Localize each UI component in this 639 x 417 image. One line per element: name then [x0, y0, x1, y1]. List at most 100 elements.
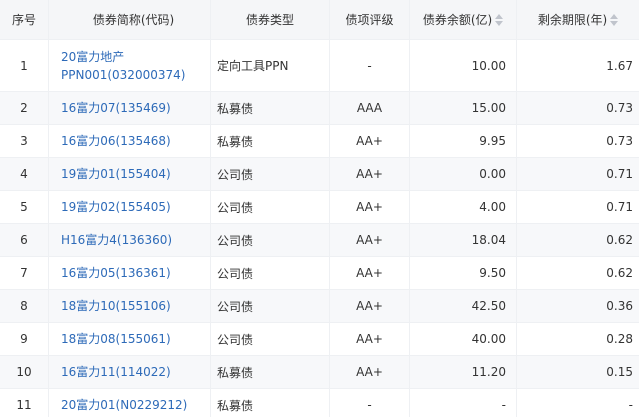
bond-rating: -	[330, 389, 410, 417]
bond-type: 私募债	[211, 389, 330, 417]
row-index: 3	[0, 125, 49, 157]
bond-name-cell: 20富力01(N0229212)	[49, 389, 211, 417]
header-amount[interactable]: 债券余额(亿)	[410, 0, 517, 39]
bond-term: 0.62	[606, 233, 633, 247]
bond-name-cell: 16富力06(135468)	[49, 125, 211, 157]
bond-amount: 40.00	[410, 323, 517, 355]
row-index: 9	[0, 323, 49, 355]
bond-name-link[interactable]: 19富力02(155405)	[61, 198, 171, 216]
bond-name-cell: 18富力10(155106)	[49, 290, 211, 322]
bond-type: 公司债	[211, 290, 330, 322]
bond-term: 0.71	[606, 200, 633, 214]
bond-name-line1: 18富力08(155061)	[61, 332, 171, 346]
bond-rating: AA+	[330, 290, 410, 322]
bond-amount: 11.20	[410, 356, 517, 388]
row-index: 10	[0, 356, 49, 388]
bond-name-link[interactable]: H16富力4(136360)	[61, 231, 172, 249]
bond-term: 0.15	[606, 365, 633, 379]
bond-name-link[interactable]: 19富力01(155404)	[61, 165, 171, 183]
table-row: 5 19富力02(155405) 公司债 AA+ 4.00 0.71	[0, 191, 639, 224]
bond-name-line1: 16富力07(135469)	[61, 101, 171, 115]
bond-amount: -	[410, 389, 517, 417]
bond-table: 序号 债券简称(代码) 债券类型 债项评级 债券余额(亿) 剩余期限(年) 12…	[0, 0, 639, 417]
bond-type: 公司债	[211, 323, 330, 355]
bond-name-line1: 20富力01(N0229212)	[61, 398, 188, 412]
header-term[interactable]: 剩余期限(年)	[517, 0, 639, 39]
bond-name-line1: 19富力01(155404)	[61, 167, 171, 181]
bond-name-line1: 16富力05(136361)	[61, 266, 171, 280]
bond-name-link[interactable]: 16富力05(136361)	[61, 264, 171, 282]
bond-rating: AA+	[330, 191, 410, 223]
table-header: 序号 债券简称(代码) 债券类型 债项评级 债券余额(亿) 剩余期限(年)	[0, 0, 639, 40]
bond-type: 公司债	[211, 191, 330, 223]
bond-name-cell: 16富力11(114022)	[49, 356, 211, 388]
table-row: 8 18富力10(155106) 公司债 AA+ 42.50 0.36	[0, 290, 639, 323]
bond-name-link[interactable]: 18富力08(155061)	[61, 330, 171, 348]
bond-amount: 4.00	[410, 191, 517, 223]
bond-name-cell: H16富力4(136360)	[49, 224, 211, 256]
bond-type: 公司债	[211, 257, 330, 289]
table-row: 4 19富力01(155404) 公司债 AA+ 0.00 0.71	[0, 158, 639, 191]
bond-name-cell: 19富力02(155405)	[49, 191, 211, 223]
header-term-label: 剩余期限(年)	[537, 13, 608, 27]
bond-amount: 9.95	[410, 125, 517, 157]
bond-name-line1: 18富力10(155106)	[61, 299, 171, 313]
bond-name-cell: 16富力07(135469)	[49, 92, 211, 124]
bond-type: 公司债	[211, 224, 330, 256]
row-index: 4	[0, 158, 49, 190]
header-type: 债券类型	[211, 0, 330, 39]
bond-type: 公司债	[211, 158, 330, 190]
bond-name-cell: 20富力地产 PPN001(032000374)	[49, 40, 211, 91]
bond-name-link[interactable]: 16富力11(114022)	[61, 363, 171, 381]
bond-amount: 10.00	[410, 40, 517, 91]
bond-term: 0.71	[606, 167, 633, 181]
table-row: 7 16富力05(136361) 公司债 AA+ 9.50 0.62	[0, 257, 639, 290]
row-index: 5	[0, 191, 49, 223]
row-index: 7	[0, 257, 49, 289]
bond-name-link[interactable]: 20富力01(N0229212)	[61, 396, 187, 414]
bond-name-cell: 19富力01(155404)	[49, 158, 211, 190]
sort-icon[interactable]	[495, 13, 504, 26]
sort-icon[interactable]	[610, 13, 619, 26]
bond-rating: AAA	[330, 92, 410, 124]
header-amount-label: 债券余额(亿)	[422, 13, 493, 27]
bond-term: -	[628, 398, 633, 412]
bond-name-cell: 18富力08(155061)	[49, 323, 211, 355]
bond-name-line1: 16富力06(135468)	[61, 134, 171, 148]
table-row: 1 20富力地产 PPN001(032000374) 定向工具PPN -10.00 1.6…	[0, 40, 639, 92]
bond-rating: AA+	[330, 257, 410, 289]
bond-name-line1: 20富力地产	[61, 49, 125, 64]
header-name: 债券简称(代码)	[49, 0, 211, 39]
bond-term: 0.28	[606, 332, 633, 346]
bond-name-link[interactable]: 20富力地产 PPN001(032000374)	[61, 48, 185, 84]
header-rating: 债项评级	[330, 0, 410, 39]
table-row: 6 H16富力4(136360) 公司债 AA+ 18.04 0.62	[0, 224, 639, 257]
bond-name-line2: PPN001(032000374)	[61, 67, 186, 82]
table-row: 10 16富力11(114022) 私募债 AA+ 11.20 0.15	[0, 356, 639, 389]
bond-name-line1: H16富力4(136360)	[61, 233, 173, 247]
bond-term: 0.36	[606, 299, 633, 313]
bond-amount: 42.50	[410, 290, 517, 322]
bond-rating: AA+	[330, 125, 410, 157]
bond-amount: 9.50	[410, 257, 517, 289]
bond-name-link[interactable]: 18富力10(155106)	[61, 297, 171, 315]
bond-type: 定向工具PPN	[211, 40, 330, 91]
bond-name-link[interactable]: 16富力07(135469)	[61, 99, 171, 117]
table-row: 3 16富力06(135468) 私募债 AA+ 9.95 0.73	[0, 125, 639, 158]
bond-amount: 18.04	[410, 224, 517, 256]
table-row: 11 20富力01(N0229212) 私募债 - - -	[0, 389, 639, 417]
row-index: 1	[0, 40, 49, 91]
bond-term: 0.73	[606, 101, 633, 115]
bond-rating: AA+	[330, 356, 410, 388]
row-index: 11	[0, 389, 49, 417]
row-index: 2	[0, 92, 49, 124]
bond-amount: 15.00	[410, 92, 517, 124]
table-row: 9 18富力08(155061) 公司债 AA+ 40.00 0.28	[0, 323, 639, 356]
bond-name-line1: 19富力02(155405)	[61, 200, 171, 214]
bond-rating: AA+	[330, 224, 410, 256]
bond-name-link[interactable]: 16富力06(135468)	[61, 132, 171, 150]
bond-term: 1.67	[606, 58, 633, 73]
bond-rating: -	[330, 40, 410, 91]
header-index: 序号	[0, 0, 49, 39]
bond-type: 私募债	[211, 125, 330, 157]
